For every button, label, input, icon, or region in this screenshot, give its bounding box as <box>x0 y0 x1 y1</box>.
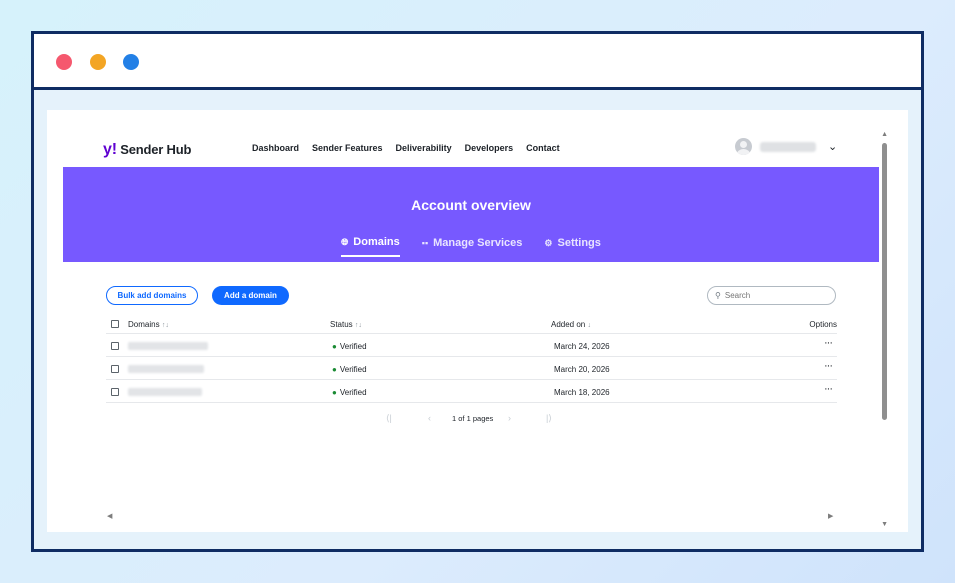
pagination: ⟨| ‹ 1 of 1 pages › |⟩ <box>386 413 556 425</box>
scroll-right-arrow-icon[interactable]: ▶ <box>828 512 833 520</box>
redacted-user-name <box>760 141 816 152</box>
tab-domains[interactable]: 🌐︎ Domains <box>341 236 400 257</box>
added-date: March 24, 2026 <box>554 342 610 351</box>
column-domains[interactable]: Domains ↑↓ <box>128 320 169 329</box>
table-row: ● Verified March 18, 2026 ··· <box>106 380 837 403</box>
prev-page-icon[interactable]: ‹ <box>428 413 431 423</box>
account-banner: Account overview 🌐︎ Domains ▪▪ Manage Se… <box>63 167 879 262</box>
first-page-icon[interactable]: ⟨| <box>386 413 392 424</box>
status-dot-icon: ● <box>332 388 337 397</box>
row-checkbox[interactable] <box>111 365 119 373</box>
column-label: Status <box>330 320 353 329</box>
table-header: Domains ↑↓ Status ↑↓ Added on ↓ Options <box>106 314 837 334</box>
tab-label: Manage Services <box>433 237 523 249</box>
page-viewport: y! Sender Hub Dashboard Sender Features … <box>47 110 908 532</box>
bulk-add-domains-button[interactable]: Bulk add domains <box>106 286 198 305</box>
added-date: March 18, 2026 <box>554 388 610 397</box>
yahoo-logo-mark: y! <box>103 141 117 158</box>
status-dot-icon: ● <box>332 365 337 374</box>
globe-icon: 🌐︎ <box>341 236 349 247</box>
redacted-domain <box>128 388 202 396</box>
status-badge: ● Verified <box>332 388 367 397</box>
tab-label: Settings <box>557 237 601 249</box>
column-label: Domains <box>128 320 160 329</box>
nav-sender-features[interactable]: Sender Features <box>312 143 383 153</box>
row-checkbox[interactable] <box>111 342 119 350</box>
status-text: Verified <box>339 365 367 374</box>
tab-manage-services[interactable]: ▪▪ Manage Services <box>422 236 523 257</box>
nav-dashboard[interactable]: Dashboard <box>252 143 299 153</box>
nav-contact[interactable]: Contact <box>526 143 560 153</box>
gear-icon: ⚙ <box>544 237 553 248</box>
table-row: ● Verified March 20, 2026 ··· <box>106 357 837 380</box>
status-dot-icon: ● <box>332 342 337 351</box>
select-all-checkbox[interactable] <box>111 320 119 328</box>
table-row: ● Verified March 24, 2026 ··· <box>106 334 837 357</box>
sort-icon: ↑↓ <box>161 322 169 329</box>
nav-developers[interactable]: Developers <box>465 143 514 153</box>
redacted-domain <box>128 365 204 373</box>
more-options-icon[interactable]: ··· <box>824 360 833 372</box>
last-page-icon[interactable]: |⟩ <box>546 413 552 424</box>
sort-icon: ↑↓ <box>354 322 362 329</box>
scroll-left-arrow-icon[interactable]: ◀ <box>107 512 112 520</box>
minimize-window-dot[interactable] <box>90 54 106 70</box>
grid-icon: ▪▪ <box>421 238 429 248</box>
page-title: Account overview <box>411 197 531 213</box>
nav-deliverability[interactable]: Deliverability <box>396 143 452 153</box>
add-domain-button[interactable]: Add a domain <box>212 286 289 305</box>
added-date: March 20, 2026 <box>554 365 610 374</box>
column-status[interactable]: Status ↑↓ <box>330 320 362 329</box>
close-window-dot[interactable] <box>56 54 72 70</box>
scroll-up-arrow-icon[interactable]: ▲ <box>881 131 888 138</box>
search-icon: ⚲ <box>715 291 721 300</box>
redacted-domain <box>128 342 208 350</box>
tab-label: Domains <box>353 236 400 248</box>
logo-text: Sender Hub <box>120 142 192 157</box>
next-page-icon[interactable]: › <box>508 413 511 423</box>
status-badge: ● Verified <box>332 342 367 351</box>
column-options: Options <box>809 320 837 329</box>
sort-desc-icon: ↓ <box>587 322 592 329</box>
row-checkbox[interactable] <box>111 388 119 396</box>
page-indicator: 1 of 1 pages <box>452 414 494 423</box>
top-nav: Dashboard Sender Features Deliverability… <box>252 143 560 153</box>
chevron-down-icon: ⌄ <box>828 141 838 153</box>
more-options-icon[interactable]: ··· <box>824 337 833 349</box>
more-options-icon[interactable]: ··· <box>824 383 833 395</box>
status-text: Verified <box>339 342 367 351</box>
sender-hub-logo[interactable]: y! Sender Hub <box>103 141 191 159</box>
title-bar <box>34 34 921 90</box>
vertical-scrollbar-thumb[interactable] <box>882 143 887 420</box>
domains-table: Domains ↑↓ Status ↑↓ Added on ↓ Options … <box>106 314 837 403</box>
column-added-on[interactable]: Added on ↓ <box>551 320 591 329</box>
browser-window: y! Sender Hub Dashboard Sender Features … <box>31 31 924 552</box>
user-menu[interactable]: ⌄ <box>735 138 837 155</box>
avatar <box>735 138 752 155</box>
maximize-window-dot[interactable] <box>123 54 139 70</box>
status-text: Verified <box>339 388 367 397</box>
scroll-down-arrow-icon[interactable]: ▼ <box>881 521 888 528</box>
search-input[interactable] <box>724 291 825 300</box>
status-badge: ● Verified <box>332 365 367 374</box>
search-box[interactable]: ⚲ <box>707 286 836 305</box>
column-label: Added on <box>551 320 586 329</box>
account-tabs: 🌐︎ Domains ▪▪ Manage Services ⚙ Settings <box>63 236 879 257</box>
tab-settings[interactable]: ⚙ Settings <box>544 236 600 257</box>
